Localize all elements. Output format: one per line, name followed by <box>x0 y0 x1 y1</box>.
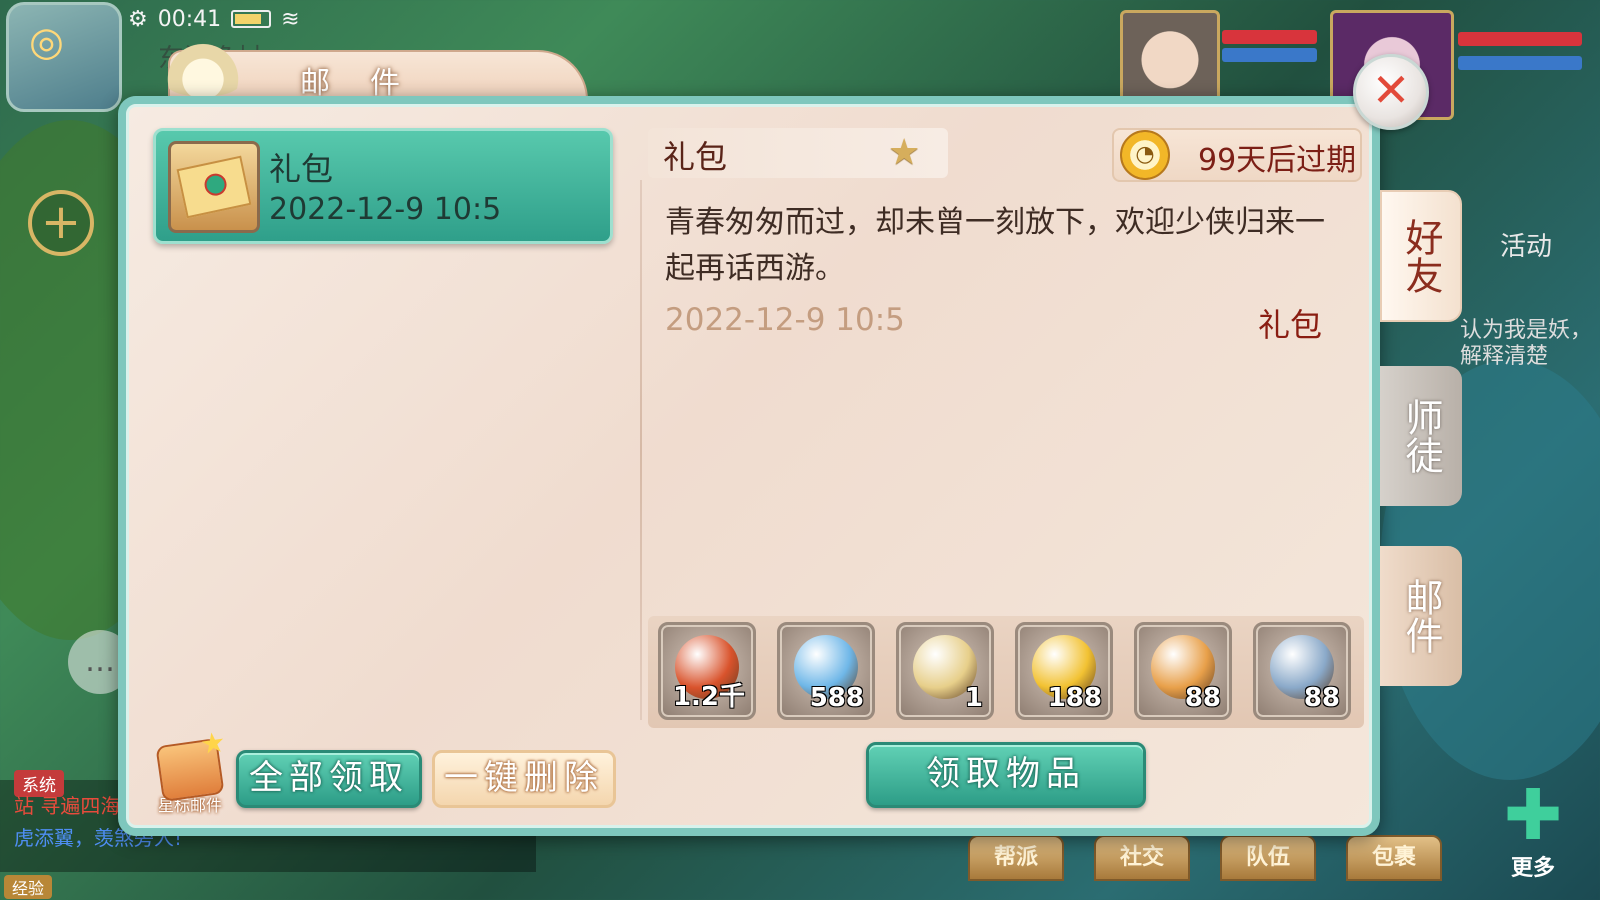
plus-icon: ✚ <box>1503 774 1563 856</box>
mail-sender: 礼包 <box>1258 306 1323 344</box>
teammate-hp-bar <box>1222 30 1317 44</box>
tab-mail-label: 邮件 <box>1399 578 1443 654</box>
tab-mentor[interactable]: 师徒 <box>1380 366 1462 506</box>
panel-divider <box>640 180 642 720</box>
close-button[interactable]: ✕ <box>1353 54 1429 130</box>
envelope-icon <box>168 141 260 233</box>
lotus-icon <box>160 40 246 96</box>
menu-social-button[interactable]: 社交 <box>1094 835 1190 881</box>
reward-quantity: 588 <box>809 683 864 713</box>
teammate-mp-bar <box>1222 48 1317 62</box>
player-hp-bar <box>1458 32 1582 46</box>
minimap-icon[interactable] <box>6 2 122 112</box>
claim-all-button[interactable]: 全部领取 <box>236 750 422 808</box>
battery-icon <box>231 10 272 28</box>
mail-body: 青春匆匆而过，却未曾一刻放下，欢迎少侠归来一起再话西游。 <box>665 205 1325 286</box>
tab-mentor-label: 师徒 <box>1399 398 1443 474</box>
mail-item-date: 2022-12-9 10:5 <box>269 192 502 227</box>
quest-tracker-text[interactable]: 认为我是妖，解释清楚 <box>1460 318 1600 370</box>
player-mp-bar <box>1458 56 1582 70</box>
alarm-clock-icon: ◔ <box>1120 130 1170 180</box>
tab-friends[interactable]: 好友 <box>1380 190 1462 322</box>
mail-subject: 礼包 <box>663 138 728 176</box>
menu-guild-button[interactable]: 帮派 <box>968 835 1064 881</box>
add-icon[interactable]: + <box>28 190 94 256</box>
tab-mail[interactable]: 邮件 <box>1380 546 1462 686</box>
clock-time: 00:41 <box>157 6 222 32</box>
status-bar: ⚙ 00:41 ≋ <box>128 4 300 34</box>
wifi-icon: ≋ <box>281 6 300 32</box>
reward-quantity: 88 <box>1303 683 1340 713</box>
star-icon[interactable]: ★ <box>888 132 920 173</box>
reward-slot[interactable]: 1.2千 <box>658 622 756 720</box>
tab-friends-label: 好友 <box>1399 218 1443 294</box>
bottom-menu: 帮派 社交 队伍 包裹 <box>968 835 1442 881</box>
exp-label: 经验 <box>4 875 53 899</box>
more-label: 更多 <box>1510 856 1555 881</box>
reward-quantity: 188 <box>1047 683 1102 713</box>
more-button[interactable]: ✚ 更多 <box>1490 774 1576 881</box>
reward-quantity: 1.2千 <box>672 682 745 712</box>
reward-slot[interactable]: 88 <box>1134 622 1232 720</box>
reward-slot[interactable]: 1 <box>896 622 994 720</box>
chat-line: 站 寻遍四海 <box>14 794 121 818</box>
delete-all-button[interactable]: 一键删除 <box>432 750 616 808</box>
reward-quantity: 88 <box>1184 683 1221 713</box>
reward-quantity: 1 <box>964 683 983 713</box>
mail-date: 2022-12-9 10:5 <box>665 302 905 338</box>
mail-item-title: 礼包 <box>269 150 334 188</box>
starred-mail-button[interactable]: 星标邮件 <box>150 737 230 815</box>
reward-slot[interactable]: 588 <box>777 622 875 720</box>
reward-slot[interactable]: 188 <box>1015 622 1113 720</box>
claim-items-button[interactable]: 领取物品 <box>866 742 1146 808</box>
starred-mail-icon <box>155 737 225 803</box>
close-icon: ✕ <box>1371 63 1411 117</box>
menu-team-button[interactable]: 队伍 <box>1220 835 1316 881</box>
reward-slot[interactable]: 88 <box>1253 622 1351 720</box>
activity-label[interactable]: 活动 <box>1500 226 1552 263</box>
gear-icon[interactable]: ⚙ <box>128 7 148 32</box>
expire-text: 99天后过期 <box>1198 143 1357 178</box>
menu-bag-button[interactable]: 包裹 <box>1346 835 1442 881</box>
